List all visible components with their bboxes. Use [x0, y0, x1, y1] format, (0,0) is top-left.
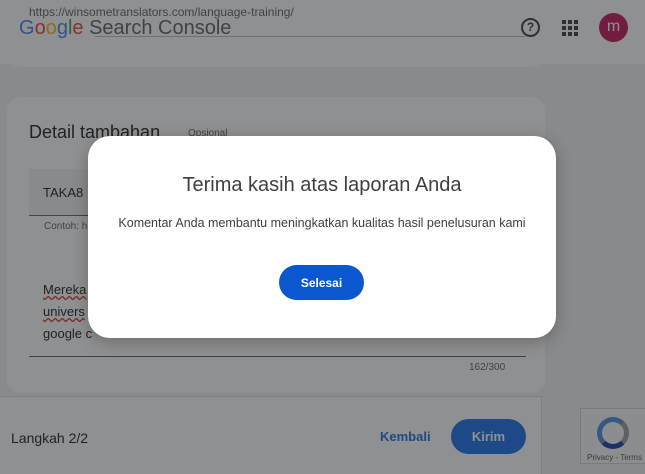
- done-button[interactable]: Selesai: [279, 265, 364, 300]
- dialog-title: Terima kasih atas laporan Anda: [182, 174, 462, 196]
- thank-you-dialog: Terima kasih atas laporan Anda Komentar …: [88, 136, 556, 338]
- dialog-message: Komentar Anda membantu meningkatkan kual…: [118, 216, 526, 230]
